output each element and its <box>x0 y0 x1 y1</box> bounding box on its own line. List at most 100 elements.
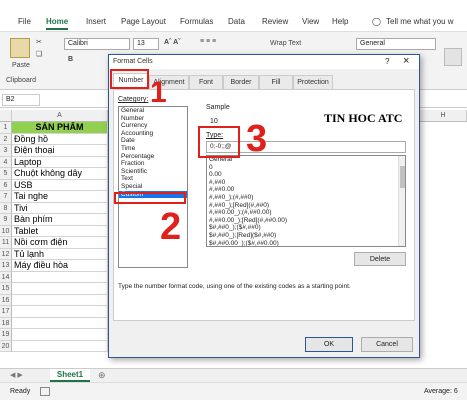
paste-label[interactable]: Paste <box>12 62 30 69</box>
menu-help[interactable]: Help <box>332 17 348 26</box>
sheet-nav-icon[interactable]: ◀ ▶ <box>10 371 23 379</box>
category-item[interactable]: Date <box>119 137 187 145</box>
row-header[interactable]: 19 <box>0 329 12 341</box>
row-header[interactable]: 17 <box>0 306 12 318</box>
row-header[interactable]: 16 <box>0 294 12 306</box>
row-header[interactable]: 20 <box>0 340 12 352</box>
grow-font-icon[interactable]: Aˆ Aˇ <box>164 39 180 46</box>
category-item[interactable]: Fraction <box>119 160 187 168</box>
conditional-format-icon[interactable] <box>444 48 462 66</box>
row-header[interactable]: 18 <box>0 317 12 329</box>
table-cell[interactable] <box>12 283 108 295</box>
category-item[interactable]: Scientific <box>119 168 187 176</box>
category-item[interactable]: Time <box>119 145 187 153</box>
table-cell[interactable] <box>12 306 108 318</box>
table-cell[interactable] <box>12 271 108 283</box>
type-list-scrollbar[interactable] <box>398 156 405 246</box>
menu-formulas[interactable]: Formulas <box>180 17 213 26</box>
cancel-button[interactable]: Cancel <box>361 337 413 352</box>
menu-home[interactable]: Home <box>46 17 69 30</box>
category-item[interactable]: Text <box>119 175 187 183</box>
scrollbar-thumb[interactable] <box>400 166 405 188</box>
align-icon[interactable]: ≡ ≡ ≡ <box>200 38 216 45</box>
type-item[interactable]: #,##0.00 <box>207 186 405 194</box>
close-icon[interactable]: × <box>403 55 409 67</box>
row-header[interactable]: 7 <box>0 191 12 203</box>
number-format-box[interactable]: General <box>356 38 436 50</box>
macro-record-icon[interactable] <box>40 387 50 396</box>
type-item[interactable]: #,##0_);[Red](#,##0) <box>207 202 405 210</box>
row-header[interactable]: 5 <box>0 168 12 180</box>
cut-icon[interactable]: ✂ <box>36 38 42 46</box>
row-header[interactable]: 10 <box>0 225 12 237</box>
ok-button[interactable]: OK <box>305 337 353 352</box>
table-cell[interactable]: Tablet <box>12 225 108 237</box>
row-header[interactable]: 9 <box>0 214 12 226</box>
table-cell[interactable] <box>12 340 108 352</box>
category-item[interactable]: Currency <box>119 122 187 130</box>
table-cell[interactable]: USB <box>12 179 108 191</box>
category-item[interactable]: Special <box>119 183 187 191</box>
menu-insert[interactable]: Insert <box>86 17 106 26</box>
row-header[interactable]: 1 <box>0 122 12 134</box>
type-item[interactable]: 0.00 <box>207 171 405 179</box>
add-sheet-icon[interactable]: ⊕ <box>98 370 106 381</box>
row-header[interactable]: 13 <box>0 260 12 272</box>
row-header[interactable]: 12 <box>0 248 12 260</box>
select-all-corner[interactable] <box>0 110 12 122</box>
row-header[interactable]: 2 <box>0 133 12 145</box>
help-icon[interactable]: ? <box>385 57 389 66</box>
table-cell[interactable]: Bàn phím <box>12 214 108 226</box>
category-item[interactable]: Percentage <box>119 153 187 161</box>
tab-fill[interactable]: Fill <box>259 75 293 89</box>
type-item[interactable]: #,##0.00_);(#,##0.00) <box>207 209 405 217</box>
menu-file[interactable]: File <box>18 17 31 26</box>
type-item[interactable]: 0 <box>207 164 405 172</box>
row-header[interactable]: 11 <box>0 237 12 249</box>
table-cell[interactable]: Máy điều hòa <box>12 260 108 272</box>
menu-review[interactable]: Review <box>262 17 288 26</box>
type-list[interactable]: General 0 0.00 #,##0 #,##0.00 #,##0_);(#,##0)… <box>206 155 406 247</box>
type-item[interactable]: #,##0.00_);[Red](#,##0.00) <box>207 217 405 225</box>
table-cell[interactable] <box>12 294 108 306</box>
paste-icon[interactable] <box>10 38 30 58</box>
row-header[interactable]: 8 <box>0 202 12 214</box>
type-item[interactable]: #,##0 <box>207 179 405 187</box>
column-header-a[interactable]: A <box>12 110 108 122</box>
type-item[interactable]: #,##0_);(#,##0) <box>207 194 405 202</box>
tab-border[interactable]: Border <box>223 75 259 89</box>
tell-me-search[interactable]: Tell me what you w <box>386 17 454 26</box>
table-cell[interactable]: Điện thoại <box>12 145 108 157</box>
sheet-tab-sheet1[interactable]: Sheet1 <box>50 369 90 382</box>
wrap-text-button[interactable]: Wrap Text <box>270 40 301 47</box>
tab-protection[interactable]: Protection <box>293 75 333 89</box>
table-cell[interactable]: Laptop <box>12 156 108 168</box>
category-item[interactable]: Accounting <box>119 130 187 138</box>
font-name-box[interactable]: Calibri <box>64 38 130 50</box>
name-box[interactable]: B2 <box>2 94 40 106</box>
row-header[interactable]: 4 <box>0 156 12 168</box>
table-cell[interactable] <box>12 329 108 341</box>
table-cell[interactable]: Tivi <box>12 202 108 214</box>
delete-button[interactable]: Delete <box>354 252 406 266</box>
table-cell[interactable]: Nồi cơm điện <box>12 237 108 249</box>
bold-icon[interactable]: B <box>68 56 73 63</box>
menu-data[interactable]: Data <box>228 17 245 26</box>
category-item[interactable]: Number <box>119 115 187 123</box>
row-header[interactable]: 14 <box>0 271 12 283</box>
header-cell-san-pham[interactable]: SẢN PHẨM <box>12 122 108 134</box>
copy-icon[interactable]: ❏ <box>36 50 42 58</box>
table-cell[interactable]: Tai nghe <box>12 191 108 203</box>
type-item[interactable]: $#,##0_);($#,##0) <box>207 224 405 232</box>
type-item[interactable]: $#,##0.00_);($#,##0.00) <box>207 240 405 246</box>
table-cell[interactable]: Tủ lạnh <box>12 248 108 260</box>
table-cell[interactable]: Chuột không dây <box>12 168 108 180</box>
table-cell[interactable] <box>12 317 108 329</box>
row-header[interactable]: 3 <box>0 145 12 157</box>
type-item[interactable]: $#,##0_);[Red]($#,##0) <box>207 232 405 240</box>
row-header[interactable]: 6 <box>0 179 12 191</box>
font-size-box[interactable]: 13 <box>133 38 159 50</box>
tab-font[interactable]: Font <box>189 75 223 89</box>
row-header[interactable]: 15 <box>0 283 12 295</box>
menu-page-layout[interactable]: Page Layout <box>121 17 166 26</box>
